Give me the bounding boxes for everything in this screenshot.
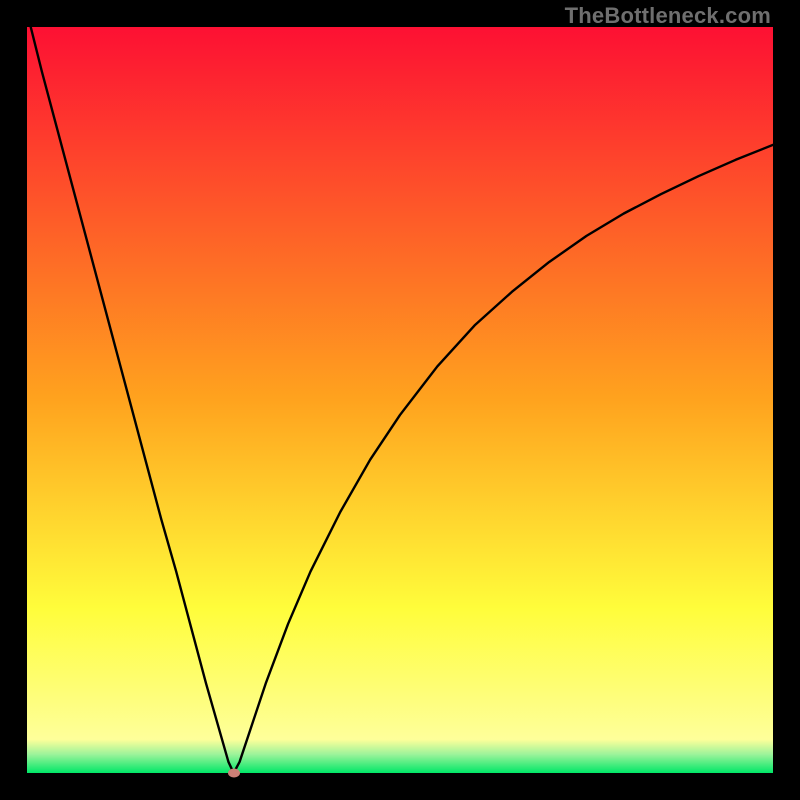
trough-marker [228, 769, 240, 778]
chart-frame: TheBottleneck.com [0, 0, 800, 800]
bottleneck-curve [27, 27, 773, 773]
watermark-text: TheBottleneck.com [565, 3, 771, 29]
